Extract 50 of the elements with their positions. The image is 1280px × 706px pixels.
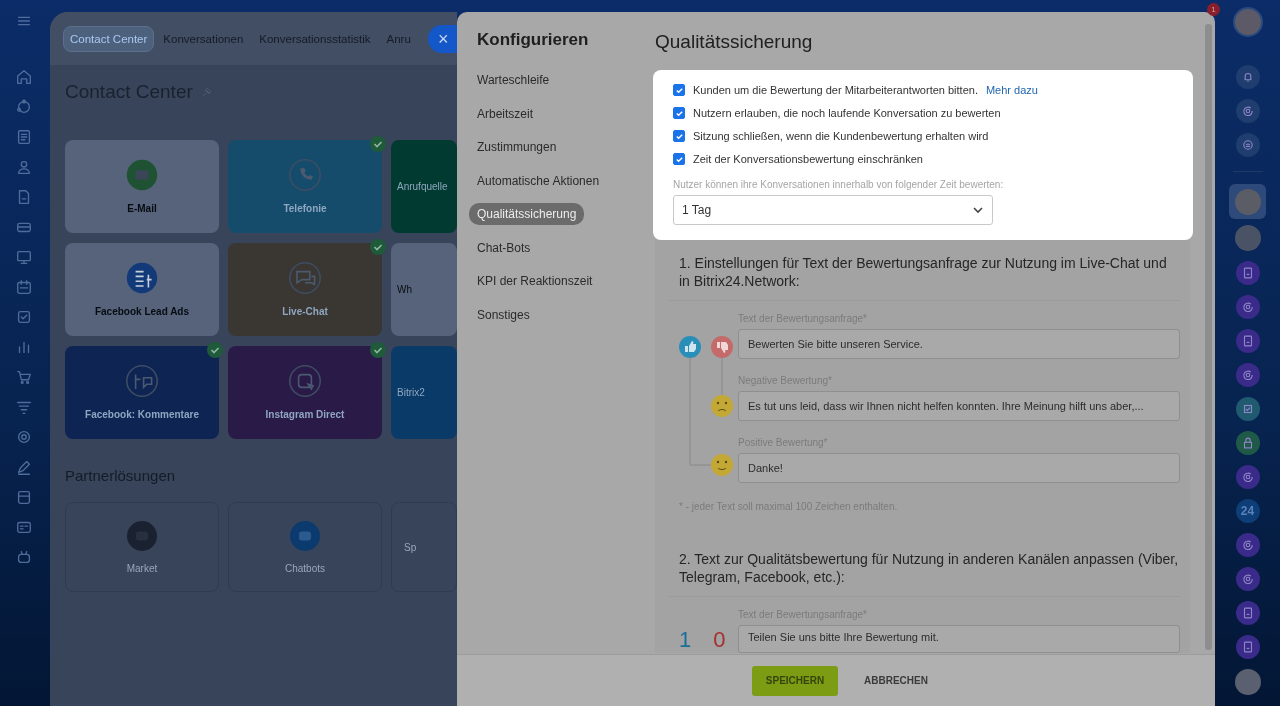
input-field[interactable]: Es tut uns leid, dass wir Ihnen nicht helfen konnten. Ihre Meinung hilft uns aber,... — [738, 391, 1180, 421]
partner-label: Sp — [404, 541, 417, 553]
channel-tile[interactable]: Facebook Lead Ads — [65, 243, 219, 336]
channel-label: Bitrix2 — [397, 387, 425, 398]
tab[interactable]: Contact Center — [63, 25, 155, 52]
close-button[interactable]: × — [428, 25, 457, 53]
cancel-button[interactable]: ABBRECHEN — [851, 665, 941, 696]
section-heading: 2. Text zur Qualitätsbewertung für Nutzung in anderen Kanälen anpassen (Viber, Telegram, Facebook, etc.): — [679, 550, 1180, 586]
notification-badge: 1 — [1207, 3, 1220, 16]
nav-item[interactable]: Automatische Aktionen — [469, 169, 608, 192]
save-button[interactable]: SPEICHERN — [752, 665, 838, 696]
nav-item[interactable]: KPI der Reaktionszeit — [469, 270, 601, 292]
partner-tile[interactable]: Chatbots — [228, 502, 382, 592]
partner-tile[interactable]: Market — [65, 502, 219, 592]
nav-item[interactable]: Arbeitszeit — [469, 102, 542, 125]
section-title: Qualitätssicherung — [655, 30, 814, 54]
channel-label: Telefonie — [283, 203, 327, 214]
partner-label: Market — [126, 562, 158, 574]
option-label: Nutzern erlauben, die noch laufende Konversation zu bewerten — [693, 107, 1001, 119]
app-icon[interactable]: 24 — [1235, 499, 1260, 523]
input-field[interactable]: Bewerten Sie bitte unseren Service. — [738, 329, 1180, 359]
nav-item[interactable]: Chat-Bots — [469, 236, 539, 259]
channel-label: Facebook: Kommentare — [85, 409, 199, 420]
channel-label: Facebook Lead Ads — [94, 306, 190, 317]
positive-count: 1 — [679, 627, 692, 653]
text-area[interactable]: Teilen Sie uns bitte Ihre Bewertung mit. — [738, 625, 1180, 653]
partner-label: Chatbots — [285, 562, 325, 574]
channel-tile[interactable]: Anrufquelle — [391, 140, 457, 233]
option-label: Zeit der Konversationsbewertung einschränken — [693, 153, 923, 165]
nav-item[interactable]: Warteschleife — [469, 69, 558, 91]
channel-label: Instagram Direct — [265, 409, 345, 420]
channel-tile[interactable]: Bitrix2 — [391, 346, 457, 439]
section-heading: 1. Einstellungen für Text der Bewertungsanfrage zur Nutzung im Live-Chat und in Bitrix24.Network: — [679, 254, 1168, 290]
channel-label: Wh — [397, 284, 412, 295]
option-label: Kunden um die Bewertung der Mitarbeiterantworten bitten. — [693, 84, 978, 96]
input-field[interactable]: Danke! — [738, 453, 1180, 483]
channel-tile[interactable]: Wh — [391, 243, 457, 336]
panel-title: Konfigurieren — [476, 30, 590, 50]
time-select[interactable]: 1 Tag — [673, 195, 993, 225]
channel-label: Anrufquelle — [397, 181, 448, 192]
option-label: Sitzung schließen, wenn die Kundenbewertung erhalten wird — [693, 130, 989, 142]
nav-item[interactable]: Sonstiges — [469, 303, 538, 326]
nav-item[interactable]: Qualitätssicherung — [469, 203, 585, 225]
negative-count: 0 — [713, 627, 726, 653]
channel-tile[interactable]: E-Mail — [65, 140, 219, 233]
channel-label: Live-Chat — [282, 306, 328, 317]
channel-label: E-Mail — [127, 203, 157, 214]
more-link[interactable]: Mehr dazu — [985, 84, 1038, 96]
field-label: Nutzer können ihre Konversationen innerhalb von folgender Zeit bewerten: — [673, 179, 1005, 190]
nav-item[interactable]: Zustimmungen — [469, 136, 565, 158]
